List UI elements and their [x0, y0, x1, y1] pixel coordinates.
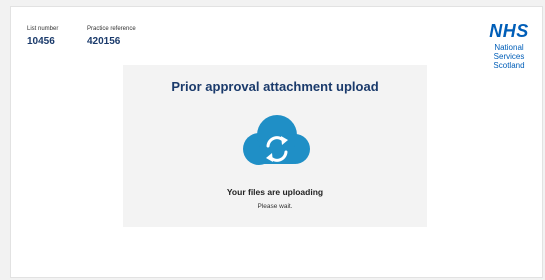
- nhs-logo: NHS National Services Scotland: [483, 21, 535, 70]
- list-number-label: List number: [27, 26, 59, 32]
- nhs-logo-mark: NHS: [489, 21, 529, 41]
- nhs-logo-line-3: Scotland: [493, 61, 525, 70]
- nhs-logo-line-1: National: [494, 43, 524, 52]
- wait-message: Please wait.: [257, 203, 293, 210]
- cloud-sync-icon: [243, 115, 310, 165]
- upload-panel: Prior approval attachment upload Your fi…: [123, 65, 427, 227]
- practice-reference-label: Practice reference: [87, 26, 136, 32]
- main-card: List number 10456 Practice reference 420…: [10, 6, 543, 278]
- page-title: Prior approval attachment upload: [171, 79, 379, 94]
- list-number-block: List number 10456: [27, 25, 58, 49]
- list-number-value: 10456: [27, 36, 55, 47]
- practice-reference-value: 420156: [87, 36, 121, 47]
- nhs-logo-line-2: Services: [493, 52, 525, 61]
- upload-status-text: Your files are uploading: [226, 187, 324, 197]
- practice-reference-block: Practice reference 420156: [87, 25, 136, 49]
